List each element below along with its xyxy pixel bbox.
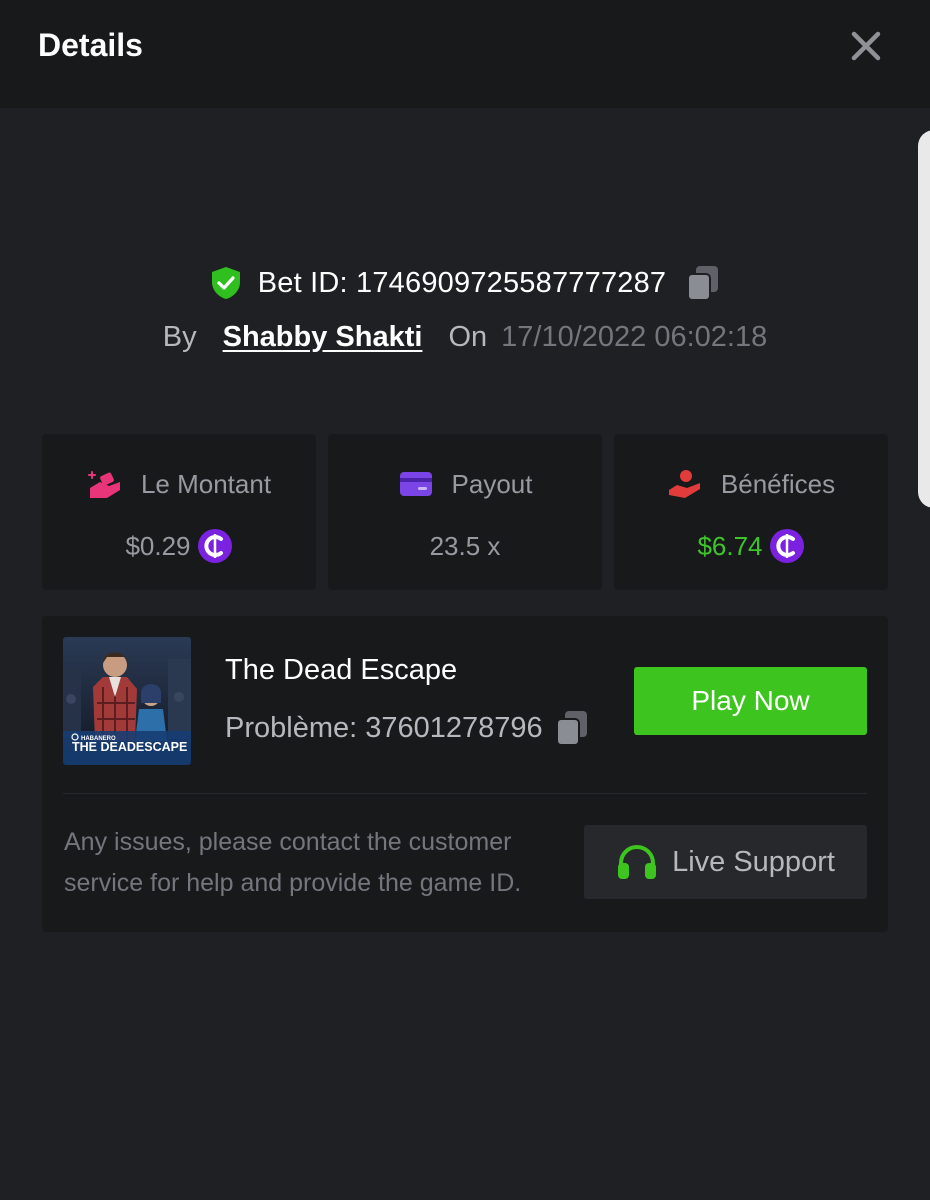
stat-label: Bénéfices [720,468,836,499]
by-label: By [162,320,197,353]
coin-icon [197,529,232,563]
money-hand-icon [87,471,120,498]
live-support-label: Live Support [672,845,835,878]
bet-author-row: By Shabby Shakti On 17/10/2022 06:02:18 [0,316,930,358]
game-cover-image: HABANERO THE DEADESCAPE [63,637,191,765]
play-now-button[interactable]: Play Now [634,667,867,735]
support-message: Any issues, please contact the customer … [64,828,522,897]
live-support-button[interactable]: Live Support [584,825,867,899]
stat-value: $6.74 [697,530,763,561]
bet-id-row: Bet ID: 1746909725587777287 [0,262,930,304]
on-label: On [448,320,488,353]
bet-id: Bet ID: 1746909725587777287 [257,266,667,299]
coin-icon [769,529,804,563]
game-title: The Dead Escape [225,654,458,686]
profit-hand-icon [668,470,700,498]
page-title: Details [38,27,143,63]
divider [63,793,867,794]
game-thumbnail[interactable]: HABANERO THE DEADESCAPE [63,637,191,765]
copy-bet-id-icon[interactable] [686,264,720,302]
stat-label: Payout [451,468,533,499]
bet-date: 17/10/2022 06:02:18 [501,320,768,353]
thumb-title: THE DEADESCAPE [72,740,187,754]
stat-value: $0.29 [125,530,191,561]
copy-game-id-icon[interactable] [555,709,589,747]
close-button[interactable] [846,26,886,66]
stat-payout: Payout 23.5 x [328,434,602,590]
stat-profit: Bénéfices $6.74 [614,434,888,590]
game-id-row: Problème: 37601278796 [225,708,589,748]
game-id: Problème: 37601278796 [225,711,543,744]
card-icon [399,472,432,496]
game-card: HABANERO THE DEADESCAPE The Dead Escape … [42,616,888,932]
stat-amount: Le Montant $0.29 [42,434,316,590]
user-link[interactable]: Shabby Shakti [223,321,423,354]
stat-value: 23.5 x [429,530,501,561]
headset-icon [618,845,657,879]
stat-label: Le Montant [140,468,272,499]
header-bar: Details [0,0,930,108]
close-icon[interactable] [846,26,886,66]
verified-shield-icon [211,267,240,299]
